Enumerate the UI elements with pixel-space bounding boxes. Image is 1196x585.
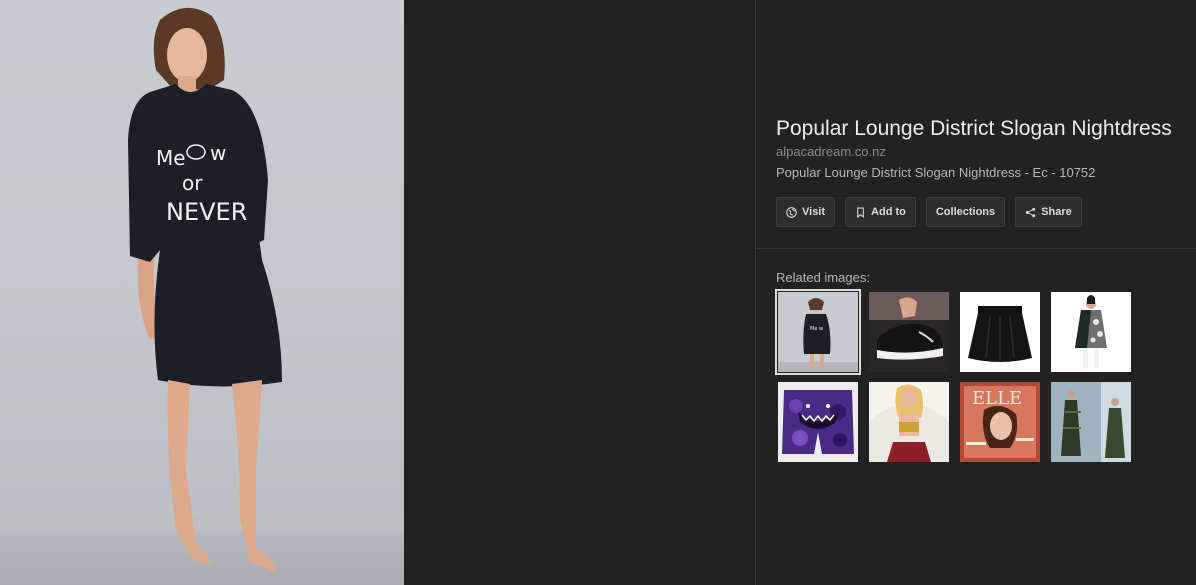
main-preview-image[interactable]: Me w or NEVER: [0, 0, 404, 585]
share-button[interactable]: Share: [1015, 197, 1082, 227]
related-thumb-nightdress[interactable]: Me w: [775, 289, 861, 375]
section-divider: [756, 248, 1196, 249]
related-thumb-tunic[interactable]: [1051, 292, 1131, 372]
collections-label: Collections: [935, 206, 996, 218]
print-w: w: [210, 141, 226, 165]
image-description: Popular Lounge District Slogan Nightdres…: [776, 165, 1096, 180]
source-domain[interactable]: alpacadream.co.nz: [776, 144, 886, 159]
related-thumb-sneaker[interactable]: [869, 292, 949, 372]
globe-icon: [786, 206, 797, 218]
add-to-label: Add to: [871, 206, 906, 218]
related-thumb-magazine[interactable]: ELLE: [960, 382, 1040, 462]
center-background: [404, 0, 755, 585]
related-images-grid: Me w ELLE: [775, 289, 1131, 462]
model-figure: Me w or NEVER: [128, 7, 282, 572]
image-info-panel: Popular Lounge District Slogan Nightdres…: [756, 0, 1196, 585]
action-buttons: Visit Add to Collections Share: [776, 197, 1082, 227]
print-me: Me: [156, 146, 186, 170]
related-images-label: Related images:: [776, 270, 870, 285]
related-thumb-shorts[interactable]: [778, 382, 858, 462]
visit-label: Visit: [802, 206, 826, 218]
visit-button[interactable]: Visit: [776, 197, 836, 227]
print-never: NEVER: [166, 198, 247, 226]
related-thumb-green-dress[interactable]: [1051, 382, 1131, 462]
print-or: or: [182, 171, 203, 195]
related-thumb-skirt[interactable]: [960, 292, 1040, 372]
image-title[interactable]: Popular Lounge District Slogan Nightdres…: [776, 117, 1196, 141]
svg-text:Me w: Me w: [810, 326, 823, 332]
collections-button[interactable]: Collections: [925, 197, 1006, 227]
bookmark-icon: [857, 207, 864, 218]
share-label: Share: [1041, 206, 1072, 218]
add-to-button[interactable]: Add to: [845, 197, 916, 227]
related-thumb-gold-top[interactable]: [869, 382, 949, 462]
share-icon: [1025, 207, 1036, 217]
